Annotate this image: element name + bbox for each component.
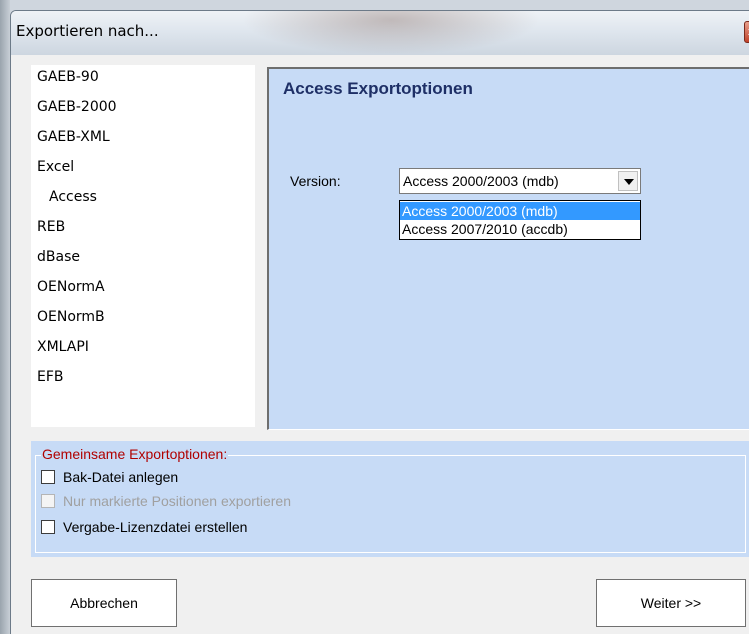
cancel-button[interactable]: Abbrechen (31, 579, 177, 627)
dialog-body: GAEB-90 GAEB-2000 GAEB-XML Excel Access … (11, 55, 749, 634)
list-item-gaeb-90[interactable]: GAEB-90 (37, 69, 99, 85)
version-dropdown-list: Access 2000/2003 (mdb) Access 2007/2010 … (399, 200, 641, 240)
close-icon[interactable]: x (744, 21, 749, 43)
background-window-edge (0, 0, 10, 634)
window-title: Exportieren nach... (16, 22, 159, 40)
bak-file-label[interactable]: Bak-Datei anlegen (63, 469, 178, 485)
version-option-accdb[interactable]: Access 2007/2010 (accdb) (400, 220, 640, 238)
bak-file-checkbox[interactable] (41, 470, 55, 484)
list-item-gaeb-xml[interactable]: GAEB-XML (37, 129, 110, 145)
export-format-list: GAEB-90 GAEB-2000 GAEB-XML Excel Access … (31, 65, 255, 427)
list-item-oenorma[interactable]: OENormA (37, 279, 105, 295)
license-file-checkbox[interactable] (41, 520, 55, 534)
title-bar[interactable]: Exportieren nach... x (11, 11, 749, 55)
export-dialog: Exportieren nach... x GAEB-90 GAEB-2000 … (10, 10, 749, 634)
version-select[interactable]: Access 2000/2003 (mdb) (399, 168, 641, 194)
list-item-dbase[interactable]: dBase (37, 249, 80, 265)
list-item-gaeb-2000[interactable]: GAEB-2000 (37, 99, 117, 115)
list-item-oenormb[interactable]: OENormB (37, 309, 105, 325)
common-export-options-group: Gemeinsame Exportoptionen: Bak-Datei anl… (31, 441, 749, 557)
list-item-excel[interactable]: Excel (37, 159, 74, 175)
next-button[interactable]: Weiter >> (596, 579, 746, 627)
chevron-down-icon[interactable] (618, 171, 638, 191)
marked-positions-label: Nur markierte Positionen exportieren (63, 493, 291, 509)
license-file-label[interactable]: Vergabe-Lizenzdatei erstellen (63, 519, 247, 535)
list-item-access[interactable]: Access (49, 189, 97, 205)
options-title: Access Exportoptionen (283, 79, 473, 98)
list-item-reb[interactable]: REB (37, 219, 65, 235)
group-legend: Gemeinsame Exportoptionen: (41, 446, 229, 462)
version-option-mdb[interactable]: Access 2000/2003 (mdb) (400, 202, 640, 220)
version-label: Version: (290, 173, 341, 189)
marked-positions-checkbox (41, 494, 55, 508)
list-item-xmlapi[interactable]: XMLAPI (37, 339, 89, 355)
access-options-panel: Access Exportoptionen Version: Access 20… (267, 67, 749, 430)
list-item-efb[interactable]: EFB (37, 369, 64, 385)
version-select-value: Access 2000/2003 (mdb) (403, 173, 559, 189)
